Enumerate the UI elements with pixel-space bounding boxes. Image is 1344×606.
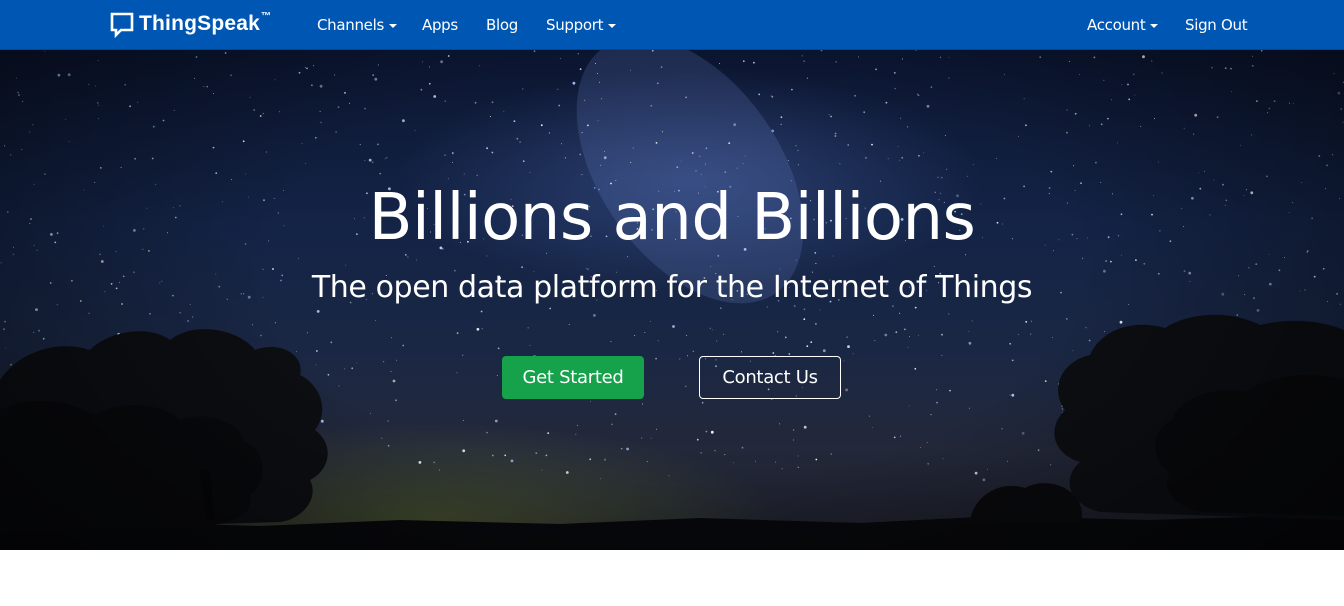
hero-banner: Billions and Billions The open data plat… <box>0 50 1344 550</box>
nav-apps-link[interactable]: Apps <box>422 0 458 50</box>
trademark-mark: ™ <box>261 11 272 22</box>
nav-sign-out-link[interactable]: Sign Out <box>1185 0 1248 50</box>
hero-headline: Billions and Billions <box>368 181 976 255</box>
get-started-button[interactable]: Get Started <box>502 356 644 399</box>
nav-blog-link[interactable]: Blog <box>486 0 518 50</box>
speech-bubble-icon <box>110 12 134 38</box>
caret-down-icon <box>389 23 397 28</box>
hero-tagline: The open data platform for the Internet … <box>311 270 1033 305</box>
caret-down-icon <box>608 23 617 28</box>
brand-logo-link[interactable]: ThingSpeak ™ <box>110 11 271 39</box>
nav-account-label: Account <box>1087 16 1146 34</box>
contact-us-button[interactable]: Contact Us <box>699 356 841 399</box>
nav-support-menu[interactable]: Support <box>546 0 617 50</box>
page-content-area <box>0 550 1344 606</box>
nav-apps-label: Apps <box>422 16 458 34</box>
nav-channels-menu[interactable]: Channels <box>317 0 397 50</box>
nav-blog-label: Blog <box>486 16 518 34</box>
nav-support-label: Support <box>546 16 604 34</box>
brand-name: ThingSpeak <box>139 12 261 35</box>
nav-channels-label: Channels <box>317 16 384 34</box>
nav-sign-out-label: Sign Out <box>1185 16 1248 34</box>
top-navbar: ThingSpeak ™ Channels Apps Blog Support … <box>0 0 1344 50</box>
nav-account-menu[interactable]: Account <box>1087 0 1159 50</box>
caret-down-icon <box>1150 23 1159 28</box>
